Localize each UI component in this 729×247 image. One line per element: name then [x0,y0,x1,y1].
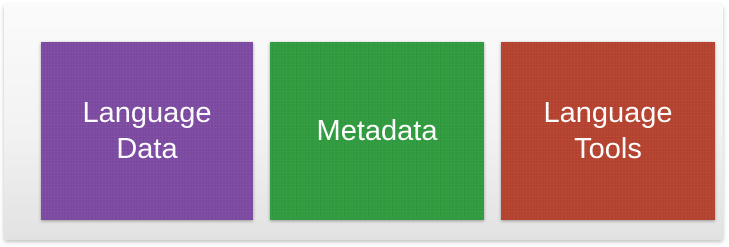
metadata-label: Metadata [316,115,438,147]
diagram-panel: Language Data Metadata Language Tools [4,4,723,240]
language-tools-box: Language Tools [501,42,715,220]
language-tools-label: Language Tools [543,97,673,165]
language-data-box: Language Data [41,42,253,220]
language-data-label: Language Data [82,97,212,165]
metadata-box: Metadata [270,42,484,220]
